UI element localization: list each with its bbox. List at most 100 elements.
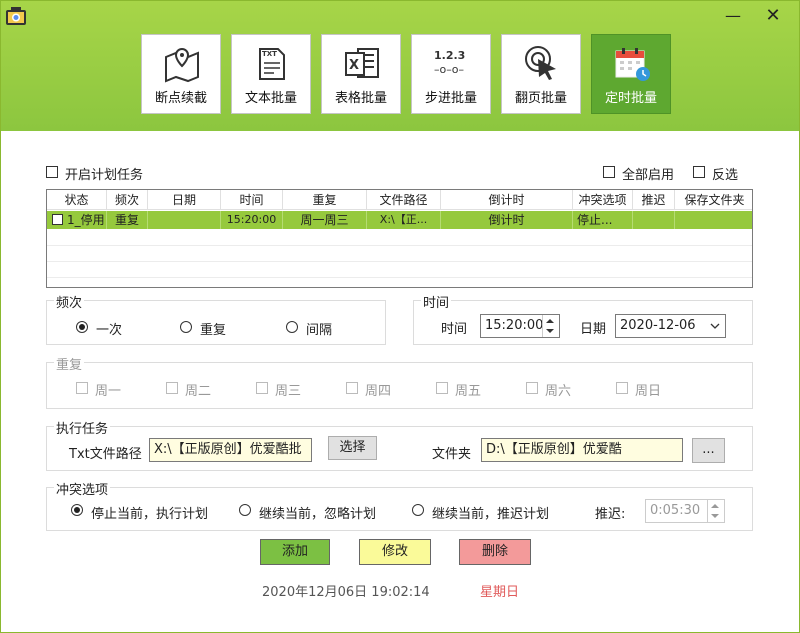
row-cell-conflict: 停止...: [573, 211, 633, 229]
delay-input[interactable]: 0:05:30: [645, 499, 725, 523]
folder-label: 文件夹: [432, 447, 472, 462]
spin-down-icon[interactable]: [546, 329, 554, 333]
tool-label: 定时批量: [604, 91, 657, 106]
tool-label: 文本批量: [244, 91, 297, 106]
column-header[interactable]: 重复: [283, 190, 367, 210]
chevron-down-icon[interactable]: [710, 323, 720, 330]
tuesday-checkbox[interactable]: [166, 382, 178, 394]
row-cell-path: X:\【正...: [367, 211, 441, 229]
delay-spinner[interactable]: [707, 500, 723, 522]
map-pin-icon: [165, 47, 199, 83]
svg-text:TXT: TXT: [262, 50, 277, 58]
spin-up-icon[interactable]: [546, 319, 554, 323]
svg-text:1.2.3: 1.2.3: [434, 49, 465, 62]
monday-checkbox[interactable]: [76, 382, 88, 394]
column-header[interactable]: 文件路径: [367, 190, 441, 210]
select-file-button[interactable]: 选择: [328, 436, 377, 460]
frequency-title: 频次: [54, 292, 85, 311]
tool-resume-capture[interactable]: 断点续截: [141, 34, 221, 114]
delay-value: 0:05:30: [650, 503, 701, 518]
tool-page-batch[interactable]: 翻页批量: [501, 34, 581, 114]
svg-text:X: X: [349, 58, 359, 73]
tool-text-batch[interactable]: TXT 文本批量: [231, 34, 311, 114]
monday-label: 周一: [95, 384, 122, 399]
excel-icon: X: [345, 48, 379, 78]
conflict-title: 冲突选项: [54, 479, 111, 498]
enable-plan-checkbox[interactable]: [46, 166, 58, 178]
conflict-delay-radio[interactable]: [412, 504, 424, 516]
column-header[interactable]: 冲突选项: [573, 190, 633, 210]
row-cell-date: [148, 211, 221, 229]
step-numbers-icon: 1.2.3 –o–o–: [434, 49, 465, 76]
conflict-stop-radio[interactable]: [71, 504, 83, 516]
friday-label: 周五: [455, 384, 482, 399]
folder-input[interactable]: D:\【正版原创】优爱酷: [481, 438, 683, 462]
invert-label: 反选: [712, 168, 739, 183]
enable-all-checkbox[interactable]: [603, 166, 615, 178]
edit-button[interactable]: 修改: [359, 539, 431, 565]
wednesday-checkbox[interactable]: [256, 382, 268, 394]
frequency-once-radio[interactable]: [76, 321, 88, 333]
frequency-repeat-radio[interactable]: [180, 321, 192, 333]
time-group-title: 时间: [421, 292, 452, 311]
row-cell-frequency: 重复: [107, 211, 148, 229]
app-window: — ✕ 断点续截 TXT 文本批量 X 表格批量 1.2.3 –o–o– 步进批…: [0, 0, 800, 633]
thursday-checkbox[interactable]: [346, 382, 358, 394]
header-toolbar: — ✕ 断点续截 TXT 文本批量 X 表格批量 1.2.3 –o–o– 步进批…: [1, 1, 799, 131]
tool-table-batch[interactable]: X 表格批量: [321, 34, 401, 114]
tool-label: 断点续截: [154, 91, 207, 106]
tool-scheduled-batch[interactable]: 定时批量: [591, 34, 671, 114]
date-label: 日期: [580, 322, 607, 337]
column-header[interactable]: 推迟: [633, 190, 675, 210]
time-label: 时间: [441, 322, 468, 337]
grid-line: [47, 261, 752, 262]
date-picker[interactable]: 2020-12-06: [615, 314, 726, 338]
row-cell-countdown: 倒计时: [441, 211, 573, 229]
column-header[interactable]: 状态: [47, 190, 107, 210]
delete-button[interactable]: 删除: [459, 539, 531, 565]
calendar-clock-icon: [615, 48, 650, 81]
tool-label: 步进批量: [424, 91, 477, 106]
spin-up-icon[interactable]: [711, 504, 719, 508]
row-cell-status: 1_停用: [65, 211, 107, 229]
column-header[interactable]: 时间: [221, 190, 283, 210]
time-input[interactable]: 15:20:00: [480, 314, 560, 338]
frequency-repeat-label: 重复: [200, 323, 227, 338]
conflict-stop-label: 停止当前，执行计划: [91, 507, 209, 522]
txt-path-label: Txt文件路径: [69, 447, 142, 462]
invert-checkbox[interactable]: [693, 166, 705, 178]
browse-folder-button[interactable]: ...: [692, 438, 725, 463]
row-cell-repeat: 周一周三: [283, 211, 367, 229]
txt-file-icon: TXT: [259, 48, 285, 80]
column-header[interactable]: 保存文件夹: [675, 190, 752, 210]
tool-step-batch[interactable]: 1.2.3 –o–o– 步进批量: [411, 34, 491, 114]
table-row[interactable]: 1_停用 重复 15:20:00 周一周三 X:\【正... 倒计时 停止...: [47, 211, 752, 229]
saturday-label: 周六: [545, 384, 572, 399]
txt-path-input[interactable]: X:\【正版原创】优爱酷批: [149, 438, 312, 462]
friday-checkbox[interactable]: [436, 382, 448, 394]
repeat-title: 重复: [54, 354, 85, 373]
frequency-once-label: 一次: [96, 323, 123, 338]
cursor-click-icon: [525, 46, 556, 80]
column-header[interactable]: 倒计时: [441, 190, 573, 210]
sunday-checkbox[interactable]: [616, 382, 628, 394]
task-title: 执行任务: [54, 418, 111, 437]
frequency-interval-radio[interactable]: [286, 321, 298, 333]
svg-text:–o–o–: –o–o–: [434, 63, 464, 76]
current-weekday: 星期日: [480, 585, 520, 600]
app-camera-icon: [6, 7, 26, 25]
column-header[interactable]: 日期: [148, 190, 221, 210]
spin-down-icon[interactable]: [711, 514, 719, 518]
add-button[interactable]: 添加: [260, 539, 330, 565]
conflict-ignore-radio[interactable]: [239, 504, 251, 516]
conflict-delay-label: 继续当前，推迟计划: [432, 507, 550, 522]
task-table[interactable]: 状态 频次 日期 时间 重复 文件路径 倒计时 冲突选项 推迟 保存文件夹 1_…: [46, 189, 753, 288]
close-button[interactable]: ✕: [761, 5, 785, 27]
saturday-checkbox[interactable]: [526, 382, 538, 394]
row-checkbox[interactable]: [52, 214, 63, 225]
time-spinner[interactable]: [542, 315, 558, 337]
minimize-button[interactable]: —: [721, 5, 745, 27]
column-header[interactable]: 频次: [107, 190, 148, 210]
tool-label: 表格批量: [334, 91, 387, 106]
tool-label: 翻页批量: [514, 91, 567, 106]
